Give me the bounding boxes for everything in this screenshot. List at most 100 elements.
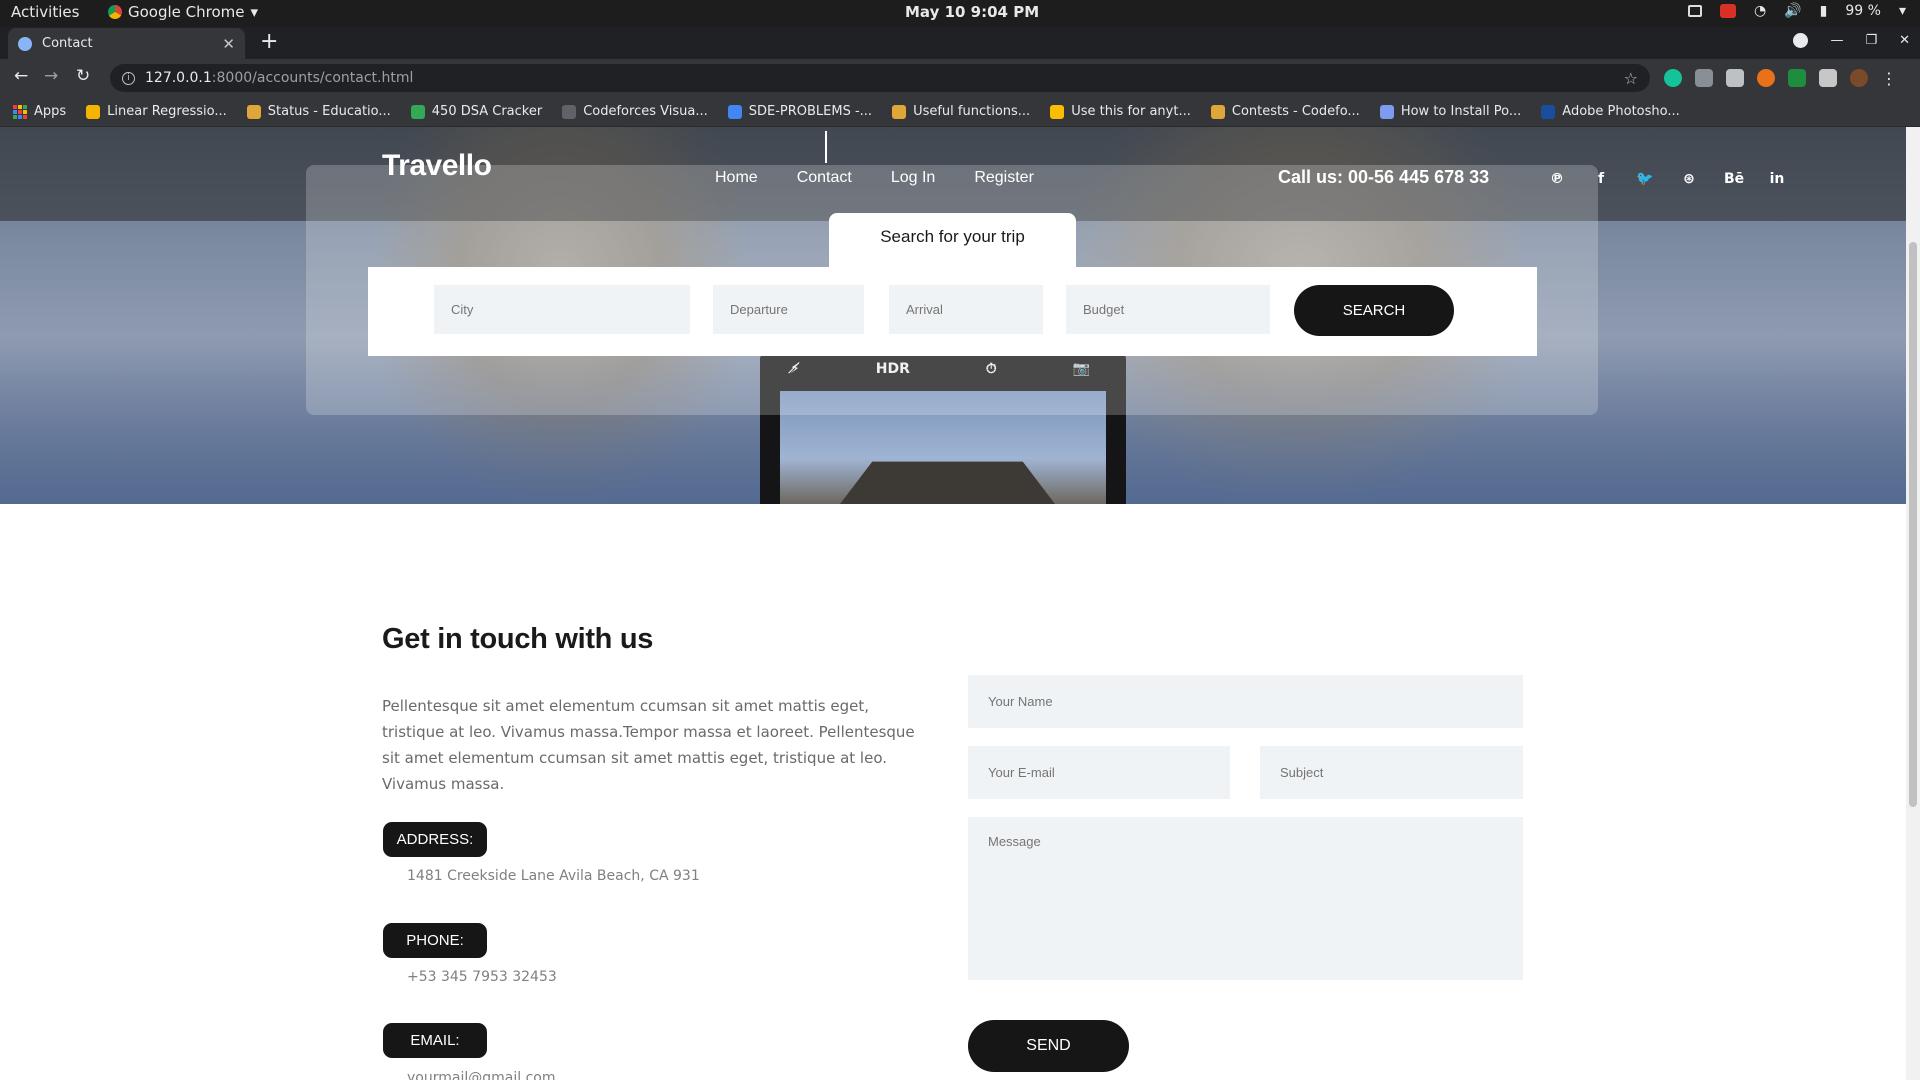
page-viewport: ⚡̸ HDR ⏱ 📷 Travello Home Contact Log In Reg… (0, 127, 1906, 1080)
city-input[interactable] (434, 285, 690, 334)
bookmark-item[interactable]: Adobe Photosho... (1541, 104, 1680, 119)
subject-input[interactable] (1260, 746, 1523, 799)
sg-extension-icon[interactable] (1788, 69, 1806, 87)
volume-icon[interactable]: 🔊 (1784, 3, 1801, 19)
profile-avatar[interactable] (1850, 69, 1868, 87)
nav-contact[interactable]: Contact (797, 169, 852, 187)
wifi-icon[interactable]: ◔ (1754, 3, 1766, 19)
bulb-icon (1050, 104, 1065, 119)
social-links: ℗ f 🐦 ⊛ Bē in (1548, 171, 1786, 187)
activities-button[interactable]: Activities (11, 3, 79, 21)
bookmark-label: Contests - Codefo... (1231, 104, 1360, 119)
pinterest-icon[interactable]: ℗ (1548, 171, 1566, 187)
url-path: :8000/accounts/contact.html (211, 70, 414, 86)
your-name-input[interactable] (968, 675, 1523, 728)
bookmark-item[interactable]: Status - Educatio... (246, 104, 391, 119)
behance-icon[interactable]: Bē (1724, 171, 1744, 187)
bookmark-item[interactable]: Useful functions... (892, 104, 1030, 119)
search-trip-tab: Search for your trip (829, 213, 1076, 267)
chrome-icon (108, 5, 122, 19)
bookmark-label: Useful functions... (913, 104, 1031, 119)
bookmark-item[interactable]: 450 DSA Cracker (410, 104, 543, 119)
screen-share-icon[interactable] (1688, 5, 1703, 17)
kebab-menu-icon[interactable]: ⋮ (1881, 69, 1897, 88)
bookmarks-bar: Apps Linear Regressio... Status - Educatio… (0, 97, 1920, 127)
twitter-icon[interactable]: 🐦 (1636, 171, 1654, 187)
send-button[interactable]: send (968, 1020, 1129, 1072)
bookmark-item[interactable]: SDE-PROBLEMS -... (727, 104, 872, 119)
bookmark-item[interactable]: Use this for anyt... (1050, 104, 1191, 119)
your-email-input[interactable] (968, 746, 1230, 799)
site-info-icon[interactable]: i (122, 71, 135, 85)
bar-chart-icon (892, 104, 907, 119)
emoji-icon (86, 104, 101, 119)
system-clock[interactable]: May 10 9:04 PM (905, 3, 1039, 21)
arrival-input[interactable] (889, 285, 1043, 334)
bookmark-label: Adobe Photosho... (1562, 104, 1680, 119)
doc-icon (727, 104, 742, 119)
profile-menu-icon[interactable] (1793, 33, 1809, 48)
nav-register[interactable]: Register (974, 169, 1034, 187)
bookmark-label: 450 DSA Cracker (431, 104, 543, 119)
dribbble-icon[interactable]: ⊛ (1680, 171, 1698, 187)
battery-level: 99 % (1845, 3, 1881, 19)
battery-icon[interactable]: ▮ (1820, 3, 1828, 19)
email-value: yourmail@gmail.com (407, 1070, 556, 1080)
scrollbar-thumb[interactable] (1909, 242, 1917, 807)
bookmark-item[interactable]: Apps (13, 104, 66, 119)
extension-icon[interactable] (1757, 69, 1775, 87)
recorder-icon[interactable] (1720, 4, 1737, 18)
message-textarea[interactable] (968, 817, 1523, 980)
chevron-down-icon[interactable]: ▾ (1899, 3, 1906, 19)
facebook-icon[interactable]: f (1592, 171, 1610, 187)
close-tab-icon[interactable]: ✕ (222, 35, 235, 53)
bar-chart-icon (246, 104, 261, 119)
tab-contact[interactable]: Contact ✕ (8, 28, 245, 59)
phone-label: PHONE: (383, 923, 487, 958)
restore-icon[interactable]: ❐ (1865, 33, 1877, 48)
nav-login[interactable]: Log In (891, 169, 935, 187)
departure-input[interactable] (713, 285, 864, 334)
browser-toolbar: ← → ↻ i 127.0.0.1 :8000/accounts/contact… (0, 59, 1920, 97)
copy-extension-icon[interactable] (1695, 69, 1713, 87)
bookmark-star-icon[interactable]: ☆ (1624, 69, 1638, 88)
site-logo[interactable]: Travello (382, 149, 492, 183)
close-window-icon[interactable]: ✕ (1899, 33, 1910, 48)
back-icon[interactable]: ← (14, 66, 28, 86)
puzzle-icon[interactable] (1819, 69, 1837, 87)
bookmark-label: Use this for anyt... (1071, 104, 1191, 119)
reload-icon[interactable]: ↻ (76, 66, 90, 86)
main-nav: Home Contact Log In Register (715, 169, 1073, 187)
bookmark-label: Status - Educatio... (267, 104, 391, 119)
grammarly-icon[interactable] (1664, 69, 1682, 87)
screenshot-extension-icon[interactable] (1726, 69, 1744, 87)
address-value: 1481 Creekside Lane Avila Beach, CA 931 (407, 868, 700, 884)
address-label: ADDRESS: (383, 822, 487, 857)
number-four-icon (410, 104, 425, 119)
tab-title: Contact (42, 36, 93, 51)
app-menu[interactable]: Google Chrome ▾ (108, 3, 258, 21)
bookmark-item[interactable]: Contests - Codefo... (1210, 104, 1360, 119)
bookmark-item[interactable]: How to Install Po... (1379, 104, 1522, 119)
chevron-down-icon: ▾ (250, 3, 259, 21)
bookmark-item[interactable]: Codeforces Visua... (562, 104, 708, 119)
forward-icon[interactable]: → (44, 66, 58, 86)
minimize-icon[interactable]: — (1830, 33, 1843, 48)
page-scrollbar[interactable] (1906, 127, 1920, 1080)
window-controls: — ❐ ✕ (1793, 33, 1910, 48)
trip-search-form: search (368, 267, 1537, 356)
bookmark-label: How to Install Po... (1400, 104, 1522, 119)
new-tab-button[interactable]: + (260, 29, 278, 54)
bookmark-item[interactable]: Linear Regressio... (86, 104, 227, 119)
address-bar[interactable]: i 127.0.0.1 :8000/accounts/contact.html … (110, 64, 1650, 92)
email-label: EMAIL: (383, 1023, 487, 1058)
system-tray[interactable]: ◔ 🔊 ▮ 99 % ▾ (1688, 3, 1906, 19)
nav-home[interactable]: Home (715, 169, 758, 187)
url-host: 127.0.0.1 (145, 70, 212, 86)
bar-chart-icon (1210, 104, 1225, 119)
budget-input[interactable] (1066, 285, 1270, 334)
extensions-area: ⋮ (1664, 69, 1897, 88)
search-button[interactable]: search (1294, 285, 1454, 336)
linkedin-icon[interactable]: in (1768, 171, 1786, 187)
photoshop-icon (1541, 104, 1556, 119)
